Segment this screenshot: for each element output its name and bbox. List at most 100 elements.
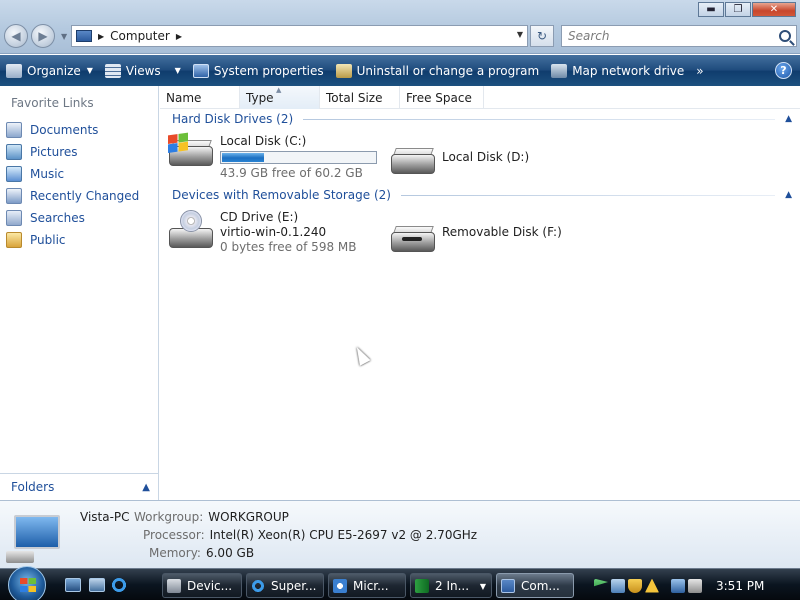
- organize-label: Organize: [27, 63, 81, 78]
- clock[interactable]: 3:51 PM: [716, 579, 764, 593]
- column-header-name[interactable]: Name: [160, 86, 240, 109]
- breadcrumb-arrow-icon[interactable]: ▶: [98, 32, 104, 41]
- group-label: Devices with Removable Storage (2): [172, 188, 391, 202]
- search-box[interactable]: Search: [561, 25, 797, 47]
- organize-button[interactable]: Organize ▼: [0, 55, 99, 86]
- collapse-chevron-icon[interactable]: ▲: [785, 114, 792, 124]
- network-icon[interactable]: [611, 578, 625, 593]
- drive-usage-fill: [222, 153, 264, 162]
- favorite-link-pictures[interactable]: Pictures: [6, 141, 139, 163]
- documents-icon: [6, 122, 22, 138]
- flag-icon[interactable]: [594, 578, 608, 587]
- refresh-button[interactable]: ↻: [530, 25, 554, 47]
- network-computer-icon[interactable]: [671, 578, 685, 593]
- minimize-button[interactable]: ▬: [698, 2, 724, 17]
- taskbar-button-label: Super...: [271, 578, 317, 593]
- app-icon: [333, 578, 347, 593]
- volume-muted-icon[interactable]: [688, 578, 702, 593]
- column-header-free-space[interactable]: Free Space: [400, 86, 484, 109]
- drive-d[interactable]: Local Disk (D:): [390, 142, 529, 178]
- file-list-pane: Name ▲ Type Total Size Free Space Hard D…: [160, 86, 800, 500]
- views-button[interactable]: Views ▼: [99, 55, 187, 86]
- back-button[interactable]: ◀: [4, 24, 28, 48]
- computer-icon: [76, 30, 92, 42]
- taskbar-button-label: Devic...: [187, 578, 233, 593]
- column-header-type-label: Type: [246, 90, 274, 105]
- hard-drive-windows-icon: [168, 132, 214, 170]
- workgroup-row: Workgroup: WORKGROUP: [134, 510, 289, 524]
- address-dropdown-icon[interactable]: ▼: [517, 30, 523, 39]
- taskbar-button-super[interactable]: Super...: [246, 573, 324, 598]
- close-button[interactable]: ✕: [752, 2, 796, 17]
- taskbar-button-device-manager[interactable]: Devic...: [162, 573, 242, 598]
- taskbar-button-micro[interactable]: Micr...: [328, 573, 406, 598]
- drive-volume-label: virtio-win-0.1.240: [220, 225, 327, 239]
- show-desktop-icon[interactable]: [65, 578, 81, 592]
- drive-c[interactable]: Local Disk (C:) 43.9 GB free of 60.2 GB: [168, 132, 377, 181]
- search-icon[interactable]: [779, 30, 791, 42]
- taskbar-button-label: Micr...: [353, 578, 389, 593]
- folders-toggle[interactable]: Folders ▲: [0, 473, 158, 500]
- forward-button[interactable]: ▶: [31, 24, 55, 48]
- pictures-icon: [6, 144, 22, 160]
- switch-windows-icon[interactable]: [89, 578, 105, 592]
- favorite-link-recently-changed[interactable]: Recently Changed: [6, 185, 139, 207]
- taskbar-button-group[interactable]: 2 In... ▼: [410, 573, 492, 598]
- organize-icon: [6, 63, 22, 78]
- title-bar: ▬ ❐ ✕ ◀ ▶ ▼ ▶ Computer ▶ ▼ ↻ Search: [0, 0, 800, 54]
- column-header-total-size[interactable]: Total Size: [320, 86, 400, 109]
- more-commands-button[interactable]: »: [696, 64, 703, 78]
- recent-pages-dropdown[interactable]: ▼: [61, 32, 67, 41]
- drive-f[interactable]: Removable Disk (F:): [390, 220, 562, 256]
- processor-value: Intel(R) Xeon(R) CPU E5-2697 v2 @ 2.70GH…: [209, 528, 478, 542]
- taskbar: Devic... Super... Micr... 2 In... ▼ Com.…: [0, 566, 800, 600]
- favorite-link-label: Public: [30, 233, 66, 247]
- favorite-link-label: Searches: [30, 211, 85, 225]
- internet-explorer-icon: [251, 578, 265, 593]
- hard-drive-icon: [390, 142, 436, 178]
- system-tray: 3:51 PM: [591, 572, 800, 599]
- help-icon[interactable]: ?: [775, 62, 792, 79]
- uninstall-label: Uninstall or change a program: [356, 63, 540, 78]
- taskbar-button-computer[interactable]: Com...: [496, 573, 574, 598]
- uninstall-program-button[interactable]: Uninstall or change a program: [330, 55, 546, 86]
- chevron-down-icon: ▼: [479, 582, 486, 591]
- favorite-link-music[interactable]: Music: [6, 163, 139, 185]
- maximize-button[interactable]: ❐: [725, 2, 751, 17]
- chevron-up-icon: ▲: [142, 481, 150, 493]
- favorite-link-label: Recently Changed: [30, 189, 140, 203]
- drive-name: Removable Disk (F:): [442, 225, 562, 239]
- recently-changed-icon: [6, 188, 22, 204]
- start-button[interactable]: [8, 566, 46, 600]
- group-header-removable-storage[interactable]: Devices with Removable Storage (2) ▲: [172, 186, 792, 204]
- breadcrumb-arrow-icon[interactable]: ▶: [176, 32, 182, 41]
- internet-explorer-icon[interactable]: [111, 578, 127, 592]
- favorite-links-list: Documents Pictures Music Recently Change…: [6, 119, 139, 251]
- favorite-link-public[interactable]: Public: [6, 229, 139, 251]
- computer-icon: [501, 578, 515, 593]
- search-input[interactable]: Search: [568, 29, 779, 43]
- forward-arrow-icon: ▶: [38, 29, 48, 43]
- security-shield-icon[interactable]: [628, 578, 642, 593]
- views-label: Views: [125, 63, 161, 78]
- collapse-chevron-icon[interactable]: ▲: [785, 190, 792, 200]
- column-header-type[interactable]: ▲ Type: [240, 86, 320, 109]
- map-network-drive-button[interactable]: Map network drive: [545, 55, 690, 86]
- device-manager-icon: [167, 578, 181, 593]
- folders-label: Folders: [11, 480, 55, 494]
- searches-icon: [6, 210, 22, 226]
- breadcrumb-computer[interactable]: Computer: [110, 29, 170, 43]
- group-header-hard-disk-drives[interactable]: Hard Disk Drives (2) ▲: [172, 110, 792, 128]
- windows-logo-icon: [20, 578, 36, 592]
- music-icon: [6, 166, 22, 182]
- drive-e[interactable]: CD Drive (E:) virtio-win-0.1.240 0 bytes…: [168, 210, 356, 255]
- favorite-link-documents[interactable]: Documents: [6, 119, 139, 141]
- refresh-icon: ↻: [536, 29, 548, 43]
- warning-icon[interactable]: [645, 578, 659, 593]
- favorite-link-searches[interactable]: Searches: [6, 207, 139, 229]
- group-divider: [400, 194, 776, 196]
- drive-free-space: 0 bytes free of 598 MB: [220, 240, 357, 254]
- favorite-link-label: Documents: [30, 123, 99, 137]
- system-properties-button[interactable]: System properties: [187, 55, 330, 86]
- address-bar[interactable]: ▶ Computer ▶ ▼: [71, 25, 528, 47]
